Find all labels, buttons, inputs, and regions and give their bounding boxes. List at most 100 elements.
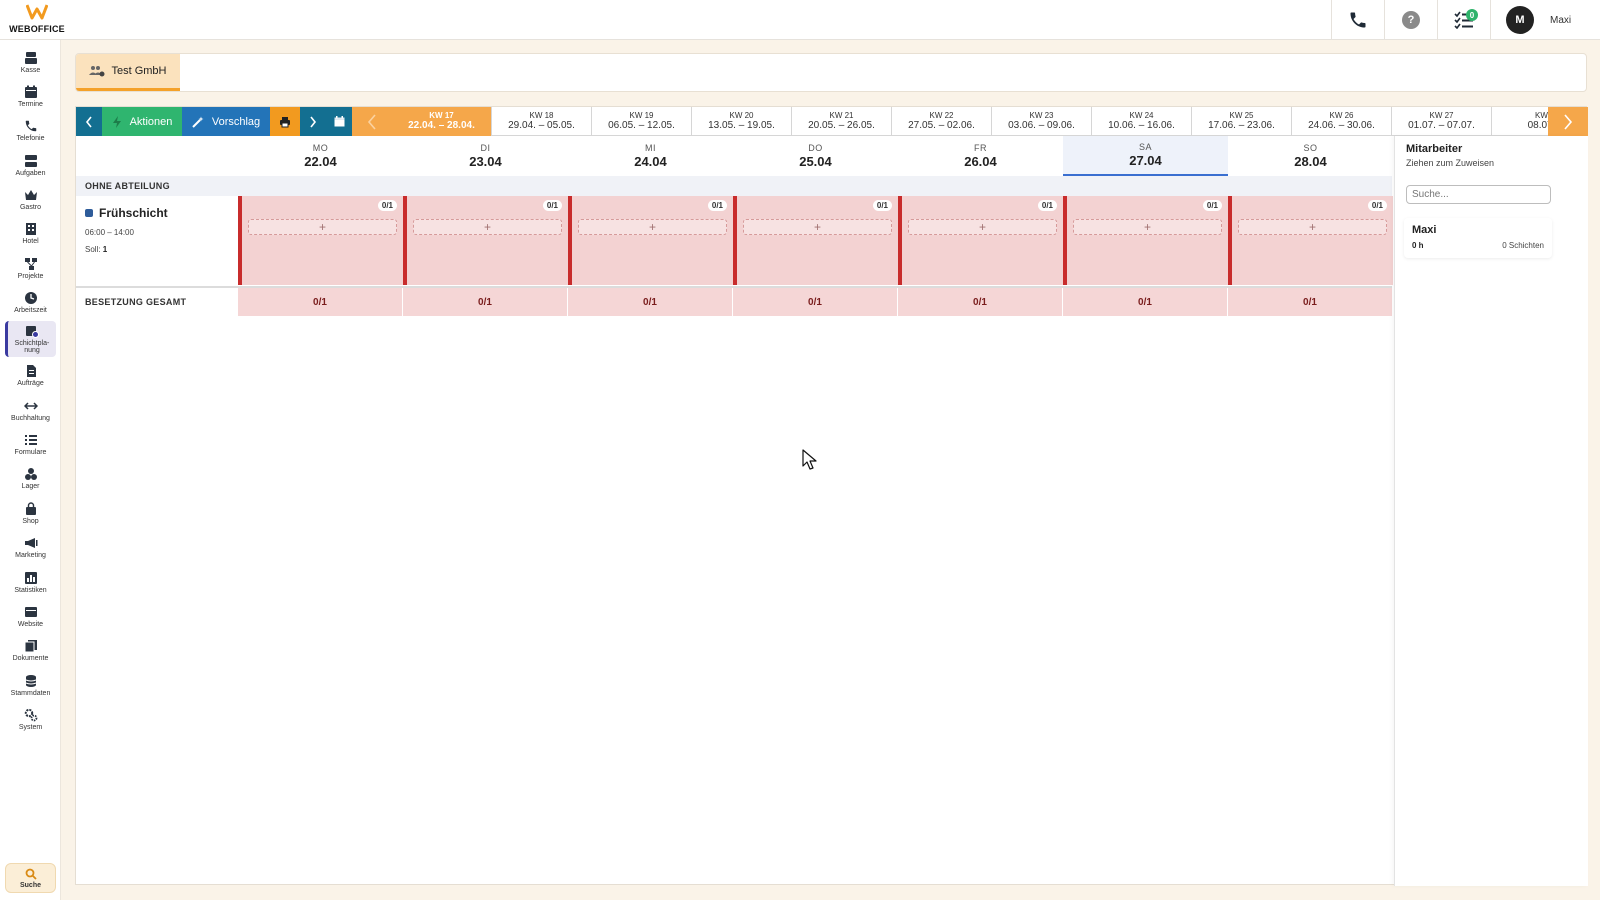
company-tab[interactable]: Test GmbH bbox=[76, 54, 180, 91]
week-tab[interactable]: KW 21 20.05. – 26.05. bbox=[792, 107, 892, 136]
day-date: 28.04 bbox=[1294, 154, 1327, 169]
sidebar-label: Formulare bbox=[14, 449, 47, 456]
shift-color-dot bbox=[85, 209, 93, 217]
print-button[interactable] bbox=[270, 107, 300, 136]
week-tab[interactable]: KW 23 03.06. – 09.06. bbox=[992, 107, 1092, 136]
sidebar-item-hotel[interactable]: Hotel bbox=[5, 219, 56, 253]
sidebar-item-shop[interactable]: Shop bbox=[5, 499, 56, 533]
sidebar-label: Website bbox=[17, 621, 44, 628]
sidebar-label: Lager bbox=[21, 483, 40, 490]
calendar-icon bbox=[334, 116, 344, 127]
week-number: KW 26 bbox=[1329, 110, 1354, 120]
sidebar-item-lager[interactable]: Lager bbox=[5, 464, 56, 498]
shift-info[interactable]: Frühschicht 06:00 – 14:00 Soll: 1 bbox=[76, 196, 238, 286]
sidebar-item-projekte[interactable]: Projekte bbox=[5, 254, 56, 288]
sidebar-item-termine[interactable]: Termine bbox=[5, 82, 56, 116]
total-occupancy-label: BESETZUNG GESAMT bbox=[85, 297, 187, 307]
employee-search-input[interactable] bbox=[1406, 185, 1551, 204]
sidebar-label: Hotel bbox=[22, 238, 39, 245]
shift-cell[interactable]: 0/1 + bbox=[403, 196, 568, 285]
add-employee-button[interactable]: + bbox=[578, 219, 727, 235]
sidebar-label: Kasse bbox=[20, 67, 41, 74]
total-occupancy-cell: 0/1 bbox=[568, 288, 733, 316]
add-employee-button[interactable]: + bbox=[413, 219, 562, 235]
list-icon bbox=[24, 435, 37, 445]
week-tab-current[interactable]: KW 17 22.04. – 28.04. bbox=[392, 107, 492, 136]
week-tab[interactable]: KW 18 29.04. – 05.05. bbox=[492, 107, 592, 136]
weeks-scroll-left[interactable] bbox=[352, 107, 392, 136]
week-range: 01.07. – 07.07. bbox=[1408, 119, 1475, 131]
week-number: KW 19 bbox=[629, 110, 654, 120]
shift-cell[interactable]: 0/1 + bbox=[568, 196, 733, 285]
shift-time: 06:00 – 14:00 bbox=[85, 228, 134, 237]
week-number: KW 25 bbox=[1229, 110, 1254, 120]
employee-card[interactable]: Maxi 0 h 0 Schichten bbox=[1404, 218, 1552, 258]
global-search-button[interactable]: Suche bbox=[5, 863, 56, 893]
week-tab[interactable]: KW 22 27.05. – 02.06. bbox=[892, 107, 992, 136]
week-tab[interactable]: KW 20 13.05. – 19.05. bbox=[692, 107, 792, 136]
chart-icon bbox=[24, 572, 37, 584]
sidebar-item-statistiken[interactable]: Statistiken bbox=[5, 568, 56, 602]
day-date: 23.04 bbox=[469, 154, 502, 169]
add-employee-button[interactable]: + bbox=[908, 219, 1057, 235]
suggest-button[interactable]: Vorschlag bbox=[182, 107, 270, 136]
shift-cell[interactable]: 0/1 + bbox=[733, 196, 898, 285]
sidebar-label: Schichtpla-nung bbox=[15, 340, 50, 354]
sidebar-item-arbeitszeit[interactable]: Arbeitszeit bbox=[5, 288, 56, 322]
day-header-sa[interactable]: SA 27.04 bbox=[1063, 136, 1228, 176]
add-employee-button[interactable]: + bbox=[1073, 219, 1222, 235]
tasks-button[interactable]: 0 bbox=[1437, 0, 1490, 40]
week-tab[interactable]: KW 19 06.05. – 12.05. bbox=[592, 107, 692, 136]
user-menu[interactable]: M Maxi bbox=[1490, 0, 1600, 40]
sidebar-item-telefonie[interactable]: Telefonie bbox=[5, 116, 56, 150]
sidebar-item-formulare[interactable]: Formulare bbox=[5, 430, 56, 464]
week-range: 20.05. – 26.05. bbox=[808, 119, 875, 131]
sidebar-item-marketing[interactable]: Marketing bbox=[5, 533, 56, 567]
user-name: Maxi bbox=[1550, 14, 1572, 26]
sidebar-item-schichtplanung[interactable]: Schichtpla-nung bbox=[5, 321, 56, 357]
add-employee-button[interactable]: + bbox=[1238, 219, 1387, 235]
week-tab[interactable]: KW 26 24.06. – 30.06. bbox=[1292, 107, 1392, 136]
week-tab[interactable]: KW 24 10.06. – 16.06. bbox=[1092, 107, 1192, 136]
add-employee-button[interactable]: + bbox=[248, 219, 397, 235]
next-button[interactable] bbox=[300, 107, 326, 136]
day-date: 24.04 bbox=[634, 154, 667, 169]
sidebar-item-auftraege[interactable]: Aufträge bbox=[5, 361, 56, 395]
sidebar-item-system[interactable]: System bbox=[5, 705, 56, 739]
employee-hours: 0 h bbox=[1412, 241, 1424, 250]
day-name: MO bbox=[312, 143, 329, 153]
sidebar-item-dokumente[interactable]: Dokumente bbox=[5, 636, 56, 670]
top-bar: WEBOFFICE ? 0 M Maxi bbox=[0, 0, 1600, 40]
shift-cell[interactable]: 0/1 + bbox=[898, 196, 1063, 285]
occupancy-badge: 0/1 bbox=[707, 200, 727, 211]
shift-cell[interactable]: 0/1 + bbox=[1063, 196, 1228, 285]
shift-cell[interactable]: 0/1 + bbox=[1228, 196, 1393, 285]
actions-button[interactable]: Aktionen bbox=[102, 107, 182, 136]
prev-button[interactable] bbox=[76, 107, 102, 136]
calendar-picker-button[interactable] bbox=[326, 107, 352, 136]
help-button[interactable]: ? bbox=[1384, 0, 1437, 40]
sidebar-item-buchhaltung[interactable]: Buchhaltung bbox=[5, 396, 56, 430]
sidebar-item-website[interactable]: Website bbox=[5, 602, 56, 636]
occupancy-badge: 0/1 bbox=[1367, 200, 1387, 211]
total-occupancy-cell: 0/1 bbox=[1228, 288, 1393, 316]
week-tab[interactable]: KW 25 17.06. – 23.06. bbox=[1192, 107, 1292, 136]
add-employee-button[interactable]: + bbox=[743, 219, 892, 235]
sidebar-item-aufgaben[interactable]: Aufgaben bbox=[5, 151, 56, 185]
week-range: 22.04. – 28.04. bbox=[408, 120, 475, 131]
day-date: 22.04 bbox=[304, 154, 337, 169]
sidebar-item-kasse[interactable]: Kasse bbox=[5, 48, 56, 82]
sidebar-item-stammdaten[interactable]: Stammdaten bbox=[5, 671, 56, 705]
total-occupancy-cell: 0/1 bbox=[733, 288, 898, 316]
day-name: SO bbox=[1303, 143, 1318, 153]
shift-target: Soll: 1 bbox=[85, 245, 229, 254]
shift-cell[interactable]: 0/1 + bbox=[238, 196, 403, 285]
help-icon: ? bbox=[1402, 11, 1420, 29]
chevron-left-icon bbox=[367, 113, 376, 130]
weboffice-logo[interactable]: WEBOFFICE bbox=[6, 4, 68, 36]
phone-button[interactable] bbox=[1331, 0, 1384, 40]
week-tab[interactable]: KW 27 01.07. – 07.07. bbox=[1392, 107, 1492, 136]
files-icon bbox=[24, 640, 37, 653]
weeks-scroll-right[interactable] bbox=[1548, 107, 1588, 136]
sidebar-item-gastro[interactable]: Gastro bbox=[5, 185, 56, 219]
